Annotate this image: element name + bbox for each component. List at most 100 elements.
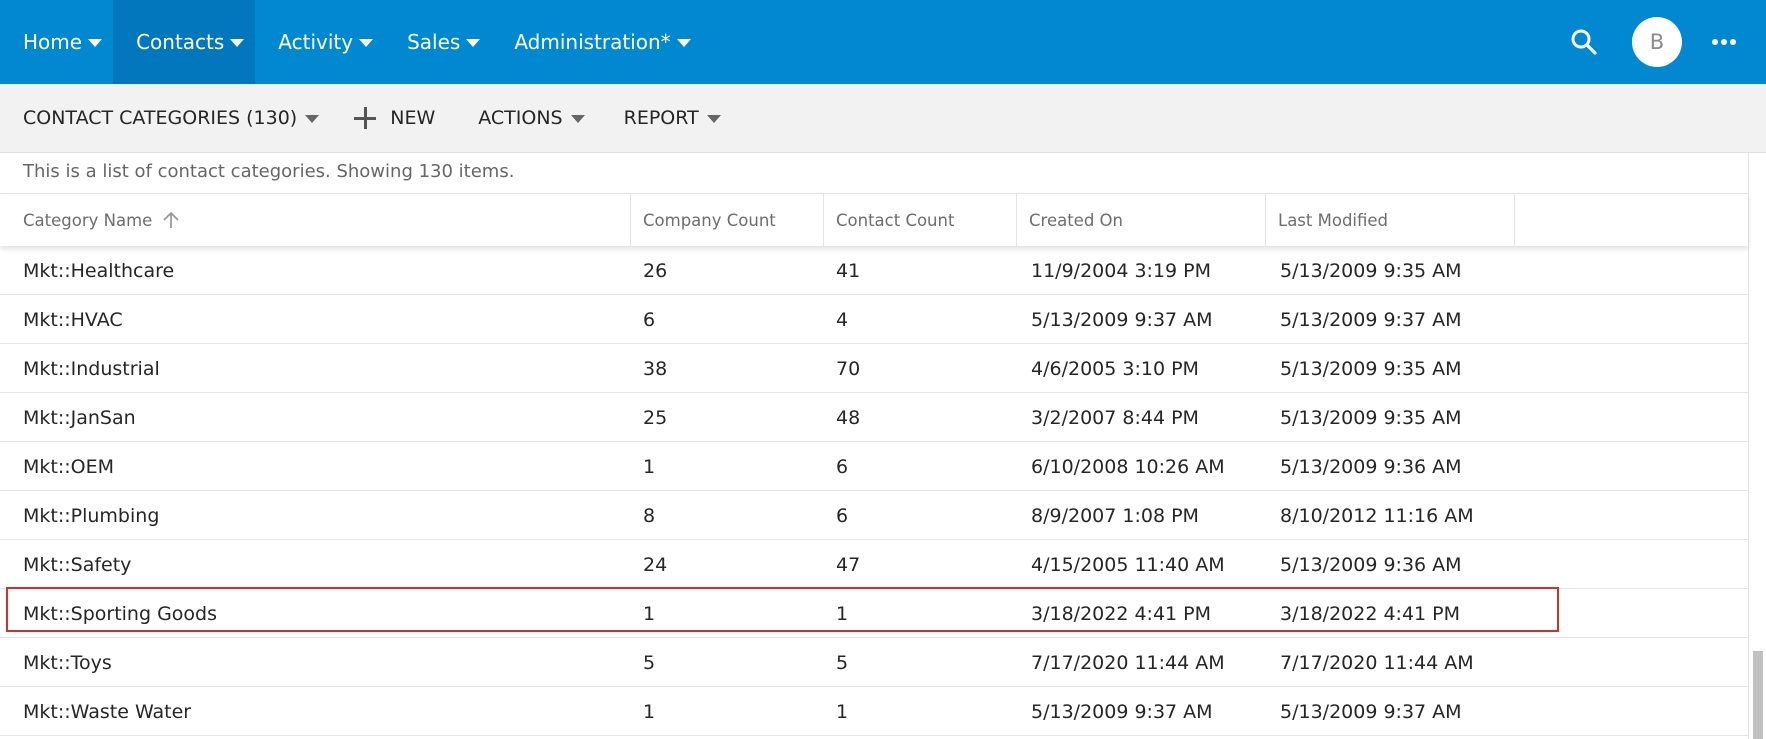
cell-category-name[interactable]: Mkt::HVAC — [23, 295, 123, 344]
sort-ascending-icon — [162, 211, 180, 229]
search-button[interactable] — [1564, 22, 1604, 62]
cell-last-modified: 5/13/2009 9:35 AM — [1280, 406, 1462, 429]
nav-item-label: Activity — [278, 30, 354, 54]
nav-item-label: Contacts — [136, 30, 225, 54]
cell-contact-count: 48 — [836, 406, 861, 429]
caret-down-icon — [466, 39, 481, 47]
grid-header: Category Name Company Count Contact Coun… — [0, 193, 1748, 246]
column-header-contact-count[interactable]: Contact Count — [823, 194, 1016, 246]
user-avatar[interactable]: B — [1632, 17, 1682, 67]
column-header-label: Contact Count — [836, 210, 955, 230]
cell-contact-count: 6 — [836, 504, 849, 527]
cell-last-modified: 5/13/2009 9:35 AM — [1280, 357, 1462, 380]
cell-category-name[interactable]: Mkt::Plumbing — [23, 491, 159, 540]
table-row[interactable]: Mkt::HVAC 6 4 5/13/2009 9:37 AM 5/13/200… — [0, 295, 1748, 344]
view-selector-dropdown[interactable]: CONTACT CATEGORIES (130) — [23, 84, 320, 153]
cell-contact-count: 41 — [836, 259, 861, 282]
column-header-created-on[interactable]: Created On — [1016, 194, 1265, 246]
column-header-label: Category Name — [23, 210, 153, 230]
column-header-label: Company Count — [643, 210, 776, 230]
table-row[interactable]: Mkt::Industrial 38 70 4/6/2005 3:10 PM 5… — [0, 344, 1748, 393]
column-header-spacer — [1514, 194, 1748, 246]
cell-created-on: 3/18/2022 4:41 PM — [1031, 602, 1212, 625]
contact-categories-grid: Category Name Company Count Contact Coun… — [0, 193, 1748, 736]
nav-right-group: B — [1564, 0, 1766, 84]
cell-last-modified: 5/13/2009 9:36 AM — [1280, 553, 1462, 576]
cell-company-count: 1 — [643, 602, 656, 625]
cell-last-modified: 5/13/2009 9:36 AM — [1280, 455, 1462, 478]
table-row[interactable]: Mkt::OEM 1 6 6/10/2008 10:26 AM 5/13/200… — [0, 442, 1748, 491]
caret-down-icon — [230, 39, 245, 47]
new-button-label: NEW — [390, 107, 436, 129]
cell-created-on: 5/13/2009 9:37 AM — [1031, 700, 1213, 723]
table-row-highlighted[interactable]: Mkt::Sporting Goods 1 1 3/18/2022 4:41 P… — [0, 589, 1748, 638]
list-toolbar: CONTACT CATEGORIES (130) NEW ACTIONS REP… — [0, 84, 1766, 153]
cell-created-on: 4/6/2005 3:10 PM — [1031, 357, 1199, 380]
top-navigation-bar: Home Contacts Activity Sales Administrat… — [0, 0, 1766, 84]
cell-created-on: 7/17/2020 11:44 AM — [1031, 651, 1225, 674]
table-row[interactable]: Mkt::Healthcare 26 41 11/9/2004 3:19 PM … — [0, 246, 1748, 295]
cell-created-on: 4/15/2005 11:40 AM — [1031, 553, 1225, 576]
table-row[interactable]: Mkt::Safety 24 47 4/15/2005 11:40 AM 5/1… — [0, 540, 1748, 589]
table-row[interactable]: Mkt::JanSan 25 48 3/2/2007 8:44 PM 5/13/… — [0, 393, 1748, 442]
nav-item-activity[interactable]: Activity — [255, 0, 384, 84]
grid-body: Mkt::Healthcare 26 41 11/9/2004 3:19 PM … — [0, 246, 1748, 736]
cell-created-on: 6/10/2008 10:26 AM — [1031, 455, 1225, 478]
vertical-scrollbar[interactable] — [1748, 153, 1766, 739]
cell-created-on: 5/13/2009 9:37 AM — [1031, 308, 1213, 331]
cell-company-count: 1 — [643, 700, 656, 723]
nav-item-label: Sales — [407, 30, 461, 54]
nav-item-sales[interactable]: Sales — [384, 0, 491, 84]
cell-last-modified: 3/18/2022 4:41 PM — [1280, 602, 1461, 625]
cell-contact-count: 1 — [836, 602, 849, 625]
table-row[interactable]: Mkt::Waste Water 1 1 5/13/2009 9:37 AM 5… — [0, 687, 1748, 736]
cell-created-on: 8/9/2007 1:08 PM — [1031, 504, 1199, 527]
search-icon — [1571, 29, 1597, 55]
table-row[interactable]: Mkt::Plumbing 8 6 8/9/2007 1:08 PM 8/10/… — [0, 491, 1748, 540]
cell-contact-count: 47 — [836, 553, 861, 576]
report-dropdown[interactable]: REPORT — [624, 84, 721, 153]
caret-down-icon — [359, 39, 374, 47]
scrollbar-thumb[interactable] — [1753, 651, 1763, 739]
cell-last-modified: 5/13/2009 9:37 AM — [1280, 700, 1462, 723]
column-header-category-name[interactable]: Category Name — [0, 194, 630, 246]
view-selector-label: CONTACT CATEGORIES (130) — [23, 107, 298, 129]
table-row[interactable]: Mkt::Toys 5 5 7/17/2020 11:44 AM 7/17/20… — [0, 638, 1748, 687]
column-header-label: Created On — [1029, 210, 1123, 230]
cell-category-name[interactable]: Mkt::Sporting Goods — [23, 589, 217, 638]
plus-icon — [354, 107, 377, 129]
cell-company-count: 8 — [643, 504, 656, 527]
cell-category-name[interactable]: Mkt::Toys — [23, 638, 112, 687]
cell-company-count: 25 — [643, 406, 668, 429]
cell-category-name[interactable]: Mkt::OEM — [23, 442, 114, 491]
actions-dropdown[interactable]: ACTIONS — [478, 84, 585, 153]
cell-last-modified: 5/13/2009 9:37 AM — [1280, 308, 1462, 331]
column-header-last-modified[interactable]: Last Modified — [1265, 194, 1514, 246]
cell-created-on: 3/2/2007 8:44 PM — [1031, 406, 1199, 429]
cell-category-name[interactable]: Mkt::JanSan — [23, 393, 136, 442]
cell-category-name[interactable]: Mkt::Waste Water — [23, 687, 191, 736]
cell-contact-count: 1 — [836, 700, 849, 723]
caret-down-icon — [676, 39, 691, 47]
cell-contact-count: 6 — [836, 455, 849, 478]
nav-item-label: Administration* — [514, 30, 671, 54]
cell-last-modified: 7/17/2020 11:44 AM — [1280, 651, 1474, 674]
column-header-company-count[interactable]: Company Count — [630, 194, 823, 246]
cell-category-name[interactable]: Mkt::Healthcare — [23, 246, 174, 295]
cell-category-name[interactable]: Mkt::Safety — [23, 540, 131, 589]
column-header-label: Last Modified — [1278, 210, 1389, 230]
caret-down-icon — [570, 115, 585, 123]
more-options-button[interactable] — [1704, 22, 1744, 62]
new-button[interactable]: NEW — [354, 84, 435, 153]
nav-item-label: Home — [23, 30, 83, 54]
nav-item-home[interactable]: Home — [0, 0, 113, 84]
nav-item-contacts[interactable]: Contacts — [113, 0, 256, 84]
report-label: REPORT — [623, 107, 699, 129]
cell-category-name[interactable]: Mkt::Industrial — [23, 344, 160, 393]
nav-item-administration[interactable]: Administration* — [491, 0, 701, 84]
cell-company-count: 6 — [643, 308, 656, 331]
cell-contact-count: 4 — [836, 308, 849, 331]
cell-company-count: 5 — [643, 651, 656, 674]
cell-last-modified: 5/13/2009 9:35 AM — [1280, 259, 1462, 282]
caret-down-icon — [305, 115, 320, 123]
